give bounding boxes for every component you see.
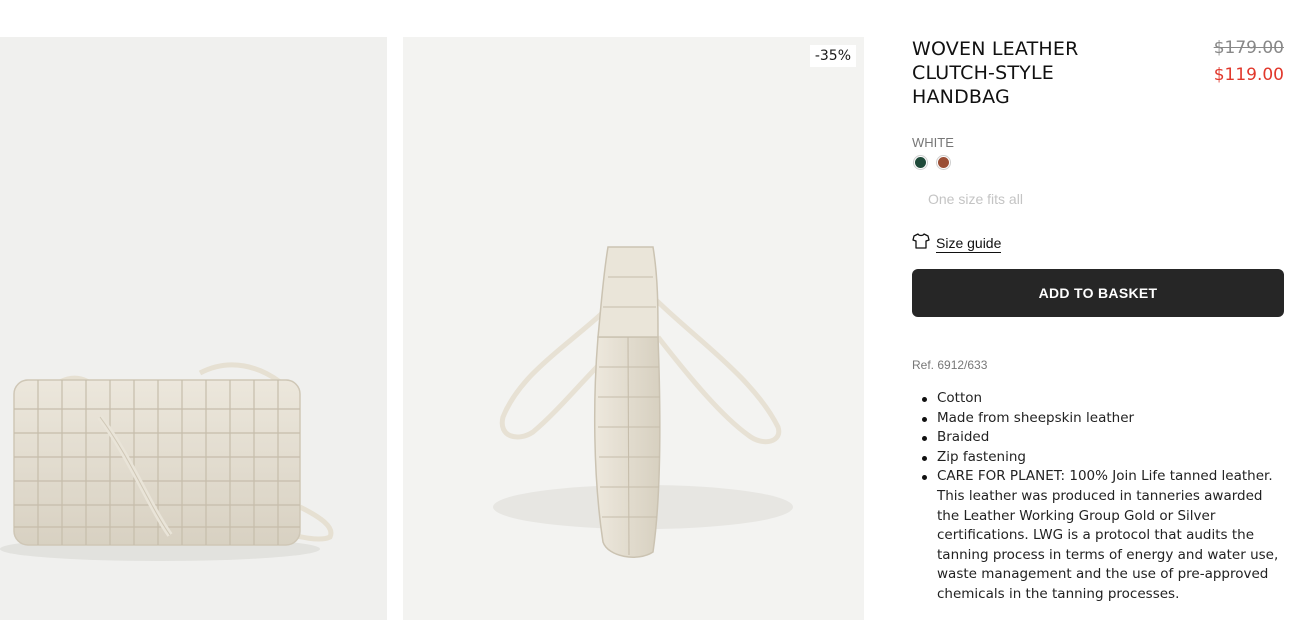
discount-badge: -35%: [809, 45, 856, 67]
product-reference: Ref. 6912/633: [912, 358, 988, 372]
list-item: Made from sheepskin leather: [922, 409, 1284, 429]
woven-bag-side-illustration: [493, 246, 793, 558]
list-item: Zip fastening: [922, 448, 1284, 468]
list-item: Braided: [922, 428, 1284, 448]
original-price: $179.00: [1213, 38, 1284, 58]
size-guide-label: Size guide: [936, 234, 1002, 253]
product-image-front[interactable]: [0, 37, 387, 620]
swatch-brown[interactable]: [937, 156, 950, 169]
swatch-green[interactable]: [914, 156, 927, 169]
list-item: Cotton: [922, 389, 1284, 409]
size-option[interactable]: One size fits all: [928, 191, 1023, 207]
product-title: WOVEN LEATHER CLUTCH-STYLE HANDBAG: [912, 38, 1079, 108]
product-image-side[interactable]: -35%: [403, 37, 864, 620]
color-swatches: [914, 156, 950, 169]
size-guide-link[interactable]: Size guide: [912, 233, 1002, 254]
list-item: CARE FOR PLANET: 100% Join Life tanned l…: [922, 467, 1284, 604]
add-to-basket-button[interactable]: ADD TO BASKET: [912, 269, 1284, 317]
sale-price: $119.00: [1213, 65, 1284, 85]
tshirt-icon: [912, 233, 930, 254]
feature-list: Cotton Made from sheepskin leather Braid…: [912, 389, 1284, 605]
selected-color-label: WHITE: [912, 135, 954, 150]
woven-bag-front-illustration: [0, 362, 334, 561]
